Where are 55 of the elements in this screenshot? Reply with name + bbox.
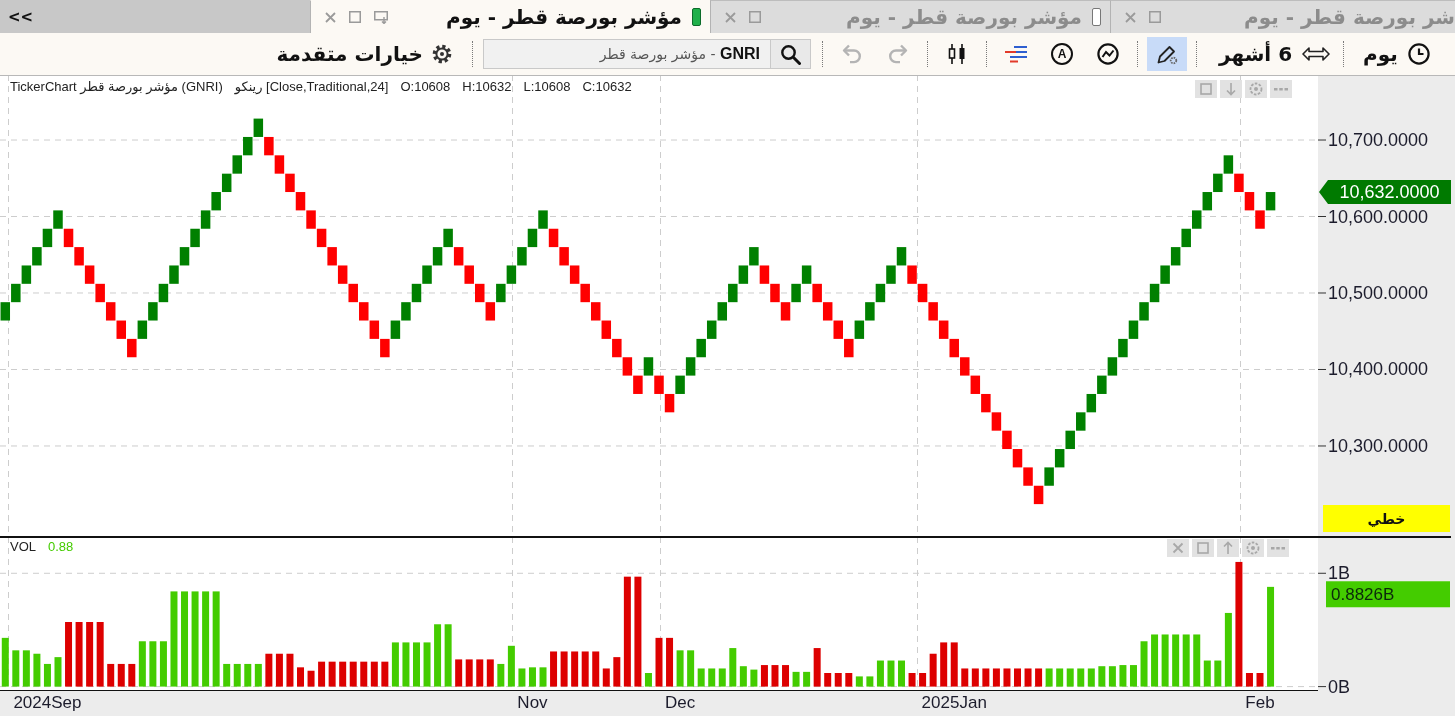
circled-letter-button[interactable]: A: [1051, 43, 1073, 65]
square-icon[interactable]: [349, 11, 361, 23]
ellipsis-icon[interactable]: [1270, 80, 1292, 98]
close-icon[interactable]: [725, 11, 736, 23]
price-axis-label: 10,600.0000: [1328, 206, 1429, 227]
date-axis-label: 2025Jan: [921, 693, 987, 713]
search-icon: [780, 43, 801, 65]
search-button[interactable]: [771, 39, 811, 69]
square-icon[interactable]: [1195, 80, 1217, 98]
ohlc-value: L:10608: [523, 79, 571, 94]
ohlc-value: H:10632: [462, 79, 512, 94]
square-icon[interactable]: [1192, 539, 1214, 557]
range-button[interactable]: 6 أشهر: [1206, 37, 1335, 71]
pencil-icon: [1156, 43, 1178, 65]
price-axis-label: 10,400.0000: [1328, 359, 1429, 380]
date-axis-label: Feb: [1245, 693, 1275, 713]
interval-button[interactable]: يوم: [1353, 37, 1430, 71]
last-price-tag: 10,632.0000: [1319, 180, 1451, 205]
volume-axis-label: 0B: [1328, 676, 1351, 697]
horizontal-lines-icon: [1004, 45, 1028, 63]
window-arrow-icon[interactable]: [374, 10, 388, 24]
price-axis-label: 10,700.0000: [1328, 130, 1429, 150]
close-icon[interactable]: [325, 11, 336, 23]
tab[interactable]: مؤشر بورصة قطر - يوم: [310, 0, 710, 33]
date-axis-label: Dec: [664, 693, 696, 713]
date-axis-label: 2024Sep: [13, 693, 82, 713]
volume-value: 0.88: [48, 539, 74, 554]
gear-icon[interactable]: [1245, 80, 1267, 98]
clock-icon: [1407, 43, 1430, 65]
double-arrow-icon: [1302, 46, 1331, 62]
advanced-options-button[interactable]: خيارات متقدمة: [268, 37, 453, 71]
close-icon[interactable]: [1167, 539, 1189, 557]
ohlc-value: O:10608: [400, 79, 451, 94]
gear-icon[interactable]: [1242, 539, 1264, 557]
scale-mode-button[interactable]: خطي: [1323, 505, 1450, 532]
trend-circle-icon: [1097, 43, 1119, 65]
last-volume-tag: 0.8826B: [1326, 581, 1450, 608]
chart-type-label: رينكو [Close,Traditional,24]: [234, 79, 389, 94]
gear-icon: [431, 43, 453, 65]
redo-icon: [887, 43, 909, 65]
square-icon[interactable]: [749, 11, 761, 23]
candlestick-icon: [946, 43, 968, 65]
close-icon[interactable]: [1125, 11, 1136, 23]
volume-axis-label: 1B: [1328, 563, 1351, 584]
tab-scroll-button[interactable]: <<: [4, 5, 38, 28]
volume-label: VOL: [10, 539, 36, 554]
square-icon[interactable]: [1149, 11, 1161, 23]
price-axis-label: 10,300.0000: [1328, 436, 1429, 456]
pencil-button[interactable]: [1147, 37, 1187, 71]
price-axis-label: 10,500.0000: [1328, 283, 1429, 303]
ellipsis-icon[interactable]: [1267, 539, 1289, 557]
date-axis-label: Nov: [517, 693, 548, 713]
undo-icon: [841, 43, 863, 65]
ohlc-value: C:10632: [582, 79, 632, 94]
chart-title: TickerChart مؤشر بورصة قطر (GNRI): [10, 79, 223, 94]
